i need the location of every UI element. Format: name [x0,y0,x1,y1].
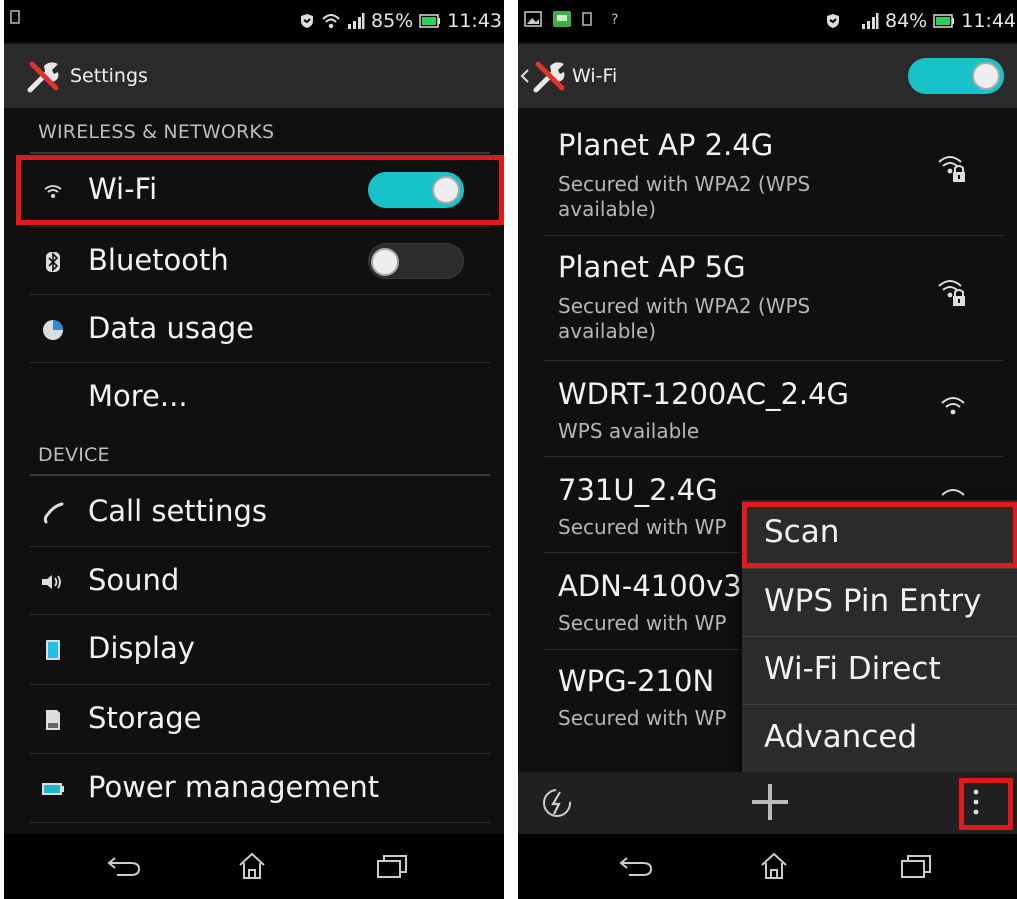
shield-icon [825,13,841,29]
settings-item-power-management[interactable]: Power management [30,754,490,822]
home-icon[interactable] [232,848,272,884]
storage-icon [40,707,66,733]
network-name: ADN-4100v3 [558,569,742,603]
display-icon [40,637,66,663]
status-bar: ? 84% 11:44 [518,0,1017,42]
page-title: Wi-Fi [572,65,618,87]
settings-item-label: Sound [88,563,180,597]
notification-icon [582,12,592,26]
add-network-icon[interactable] [750,782,790,822]
bottom-action-bar [518,772,1017,834]
battery-percent: 84% [885,10,928,32]
settings-item-label: More... [88,379,188,413]
wifi-screen: ? 84% 11:44 Wi-Fi Planet AP 2.4G Secured… [518,0,1017,899]
settings-item-storage[interactable]: Storage [30,685,490,753]
home-icon[interactable] [754,848,794,884]
settings-item-call-settings[interactable]: Call settings [30,478,490,546]
settings-item-label: Call settings [88,494,267,528]
notification-icon [10,10,20,24]
settings-screen: 85% 11:43 Settings WIRELESS & NETWORKS W… [4,0,504,899]
network-name: WDRT-1200AC_2.4G [558,377,850,411]
menu-item-label: Advanced [764,719,918,755]
section-divider [30,474,490,476]
status-time: 11:43 [447,10,502,32]
divider [30,822,490,823]
battery-percent: 85% [371,10,414,32]
phone-icon [40,500,66,526]
wifi-master-toggle[interactable] [908,58,1004,94]
data-usage-icon [40,317,66,343]
back-icon[interactable] [616,848,656,884]
battery-icon [40,776,66,802]
battery-icon [933,14,955,28]
highlight-box [959,778,1013,830]
bluetooth-icon [40,249,66,275]
highlight-box [742,502,1017,568]
network-status: Secured with WPA2 (WPS [558,172,811,196]
tools-icon [532,58,568,94]
network-status: WPS available [558,419,700,443]
highlight-box [16,155,504,225]
navigation-bar [518,834,1017,899]
speaker-icon [40,569,66,595]
app-notification-icon [552,10,572,28]
network-name: WPG-210N [558,664,715,698]
back-icon[interactable] [104,848,144,884]
section-header-device: DEVICE [38,444,110,466]
network-item[interactable]: Planet AP 2.4G Secured with WPA2 (WPS av… [544,112,1004,234]
settings-item-label: Data usage [88,311,254,345]
settings-item-label: Storage [88,701,202,735]
wifi-signal-icon [936,391,970,425]
status-bar: 85% 11:43 [4,0,504,42]
section-divider [30,152,490,154]
wps-icon[interactable] [540,786,574,820]
network-name: 731U_2.4G [558,473,718,507]
network-status: Secured with WPA2 (WPS [558,294,811,318]
settings-item-label: Display [88,631,195,665]
network-name: Planet AP 5G [558,250,746,284]
menu-item-wifi-direct[interactable]: Wi-Fi Direct [742,637,1017,705]
status-time: 11:44 [961,10,1016,32]
network-item[interactable]: WDRT-1200AC_2.4G WPS available [544,361,1004,455]
menu-item-label: Wi-Fi Direct [764,651,941,687]
menu-item-wps-pin-entry[interactable]: WPS Pin Entry [742,569,1017,637]
cell-signal-icon [347,12,365,30]
wifi-question-icon: ? [608,11,622,27]
network-status: available) [558,197,657,221]
settings-item-label: Bluetooth [88,243,229,277]
network-item[interactable]: Planet AP 5G Secured with WPA2 (WPS avai… [544,236,1004,360]
battery-icon [419,14,441,28]
back-chevron-icon[interactable] [520,68,530,84]
wifi-signal-icon [321,12,341,30]
action-bar: Settings [4,44,504,108]
wifi-locked-icon [936,276,970,310]
wifi-locked-icon [936,152,970,186]
page-title: Settings [70,65,148,87]
settings-item-label: Power management [88,770,380,804]
action-bar: Wi-Fi [518,44,1017,108]
settings-item-bluetooth[interactable]: Bluetooth [30,227,490,295]
image-icon [524,11,542,27]
toggle-knob [371,248,399,276]
toggle-knob [972,62,1000,90]
network-name: Planet AP 2.4G [558,128,774,162]
menu-item-label: WPS Pin Entry [764,583,982,619]
settings-item-more[interactable]: More... [30,363,490,431]
settings-item-data-usage[interactable]: Data usage [30,295,490,363]
settings-item-sound[interactable]: Sound [30,547,490,615]
tools-icon [26,58,62,94]
recent-apps-icon[interactable] [896,848,936,884]
section-header-wireless: WIRELESS & NETWORKS [38,121,275,143]
navigation-bar [4,834,504,899]
bluetooth-toggle[interactable] [368,243,464,279]
shield-icon [299,13,315,29]
svg-text:?: ? [611,12,618,27]
recent-apps-icon[interactable] [372,848,412,884]
network-status: available) [558,319,657,343]
cell-signal-icon [861,12,879,30]
menu-item-advanced[interactable]: Advanced [742,705,1017,773]
settings-item-display[interactable]: Display [30,615,490,683]
